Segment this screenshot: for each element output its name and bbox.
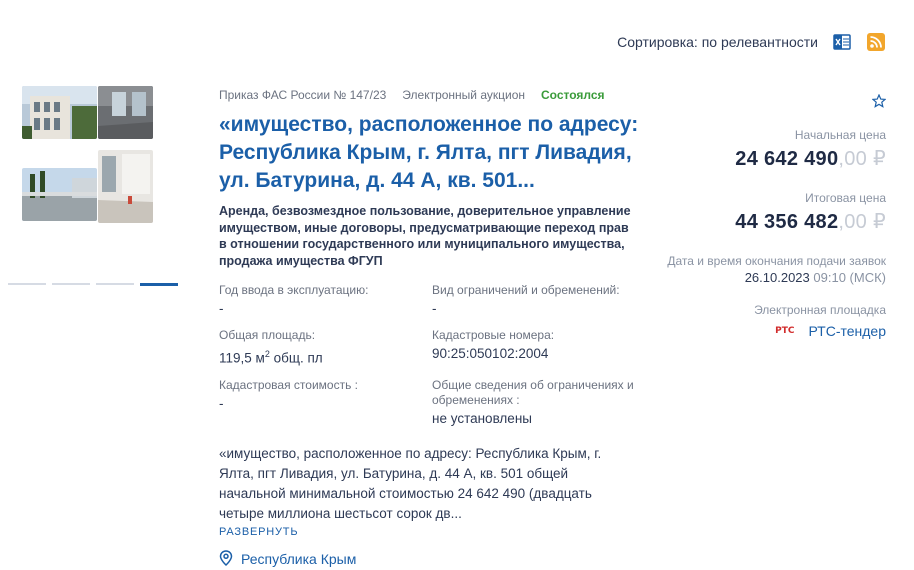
gallery-dot[interactable]	[52, 283, 90, 285]
prop-general-restrictions: Общие сведения об ограничениях и обремен…	[432, 378, 642, 428]
prop-value: -	[432, 301, 437, 316]
deadline-value: 26.10.2023 09:10 (МСК)	[646, 270, 886, 285]
area-suffix: общ. пл	[269, 350, 323, 366]
final-price-cents: ,00 ₽	[838, 211, 886, 233]
prop-label: Кадастровые номера:	[432, 328, 555, 342]
deadline-date: 26.10.2023	[744, 270, 810, 285]
area-number: 119,5 м	[219, 350, 265, 366]
prop-commission-year: Год ввода в эксплуатацию: -	[219, 283, 432, 318]
location-pin-icon	[219, 549, 233, 569]
auction-type: Электронный аукцион	[402, 88, 526, 102]
final-price: 44 356 482,00 ₽	[646, 209, 886, 234]
order-reference: Приказ ФАС России № 147/23	[219, 88, 387, 102]
photo-thumbnail[interactable]	[22, 86, 97, 139]
start-price: 24 642 490,00 ₽	[646, 146, 886, 171]
deadline-label: Дата и время окончания подачи заявок	[667, 254, 886, 268]
region-label: Республика Крым	[241, 551, 357, 567]
deadline-time: 09:10 (МСК)	[813, 270, 886, 285]
full-description: «имущество, расположенное по адресу: Рес…	[219, 445, 602, 521]
gallery-dot-active[interactable]	[140, 282, 178, 286]
prop-label: Год ввода в эксплуатацию:	[219, 283, 369, 297]
prop-area: Общая площадь: 119,5 м2 общ. пл	[219, 328, 432, 368]
final-price-main: 44 356 482	[735, 211, 839, 233]
prop-label: Общие сведения об ограничениях и обремен…	[432, 377, 634, 407]
final-price-label: Итоговая цена	[805, 191, 886, 205]
prop-value: -	[219, 301, 224, 316]
region-link[interactable]: Республика Крым	[219, 549, 639, 569]
excel-export-icon[interactable]	[832, 32, 852, 52]
prop-cadastral-numbers: Кадастровые номера: 90:25:050102:2004	[432, 328, 642, 368]
prop-label: Общая площадь:	[219, 328, 316, 342]
listing-main: Приказ ФАС России № 147/23 Электронный а…	[219, 87, 639, 569]
listing-category: Аренда, безвозмездное пользование, довер…	[219, 204, 631, 268]
expand-button[interactable]: РАЗВЕРНУТЬ	[219, 526, 639, 538]
favorite-star-icon[interactable]	[870, 93, 887, 110]
prop-value: -	[219, 395, 224, 411]
platform-link[interactable]: РТС-тендер	[808, 323, 886, 339]
listing-meta: Приказ ФАС России № 147/23 Электронный а…	[219, 87, 639, 103]
prop-cadastral-cost: Кадастровая стоимость : -	[219, 378, 432, 428]
start-price-main: 24 642 490	[735, 148, 839, 170]
gallery-dot[interactable]	[8, 283, 46, 285]
prop-value: 90:25:050102:2004	[432, 346, 549, 361]
prop-restrictions: Вид ограничений и обременений: -	[432, 283, 642, 318]
gallery-pagination	[8, 282, 178, 286]
toolbar: Сортировка: по релевантности	[617, 32, 886, 52]
sort-dropdown[interactable]: Сортировка: по релевантности	[617, 34, 818, 50]
listing-title[interactable]: «имущество, расположенное по адресу: Рес…	[219, 111, 639, 195]
platform-label: Электронная площадка	[754, 303, 886, 317]
prop-value: не установлены	[432, 410, 532, 426]
photo-thumbnail[interactable]	[22, 168, 97, 221]
rss-icon[interactable]	[866, 32, 886, 52]
gallery-dot[interactable]	[96, 283, 134, 285]
rts-logo: РТС	[775, 326, 795, 336]
start-price-label: Начальная цена	[794, 128, 886, 142]
status-badge: Состоялся	[541, 88, 605, 102]
photo-thumbnail[interactable]	[98, 86, 153, 139]
prop-label: Кадастровая стоимость :	[219, 377, 359, 392]
platform-row: РТС РТС-тендер	[646, 323, 886, 339]
prop-label: Вид ограничений и обременений:	[432, 283, 620, 297]
start-price-cents: ,00 ₽	[838, 148, 886, 170]
pricing-panel: Начальная цена 24 642 490,00 ₽ Итоговая …	[646, 93, 887, 339]
photo-thumbnail[interactable]	[98, 150, 153, 223]
photo-gallery[interactable]	[22, 86, 153, 226]
prop-value: 119,5 м2 общ. пл	[219, 345, 432, 368]
property-details: Год ввода в эксплуатацию: - Вид ограниче…	[219, 283, 639, 428]
